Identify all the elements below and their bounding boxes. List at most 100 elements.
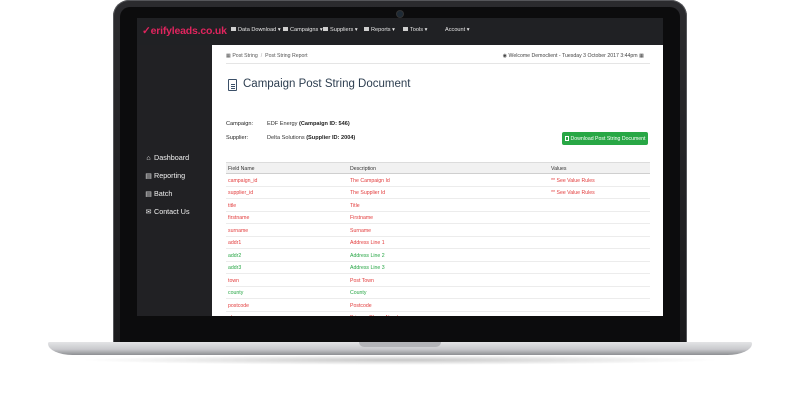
table-row: addr2 Address Line 2 bbox=[226, 249, 650, 262]
table-body: campaign_id The Campaign Id ** See Value R… bbox=[226, 174, 650, 316]
field-name-cell: addr3 bbox=[228, 265, 242, 271]
campaign-name: EDF Energy bbox=[267, 121, 298, 127]
description-cell: The Campaign Id bbox=[350, 177, 390, 184]
description-cell: County bbox=[350, 290, 367, 296]
file-icon: ▤ bbox=[145, 173, 152, 180]
table-row: town Post Town bbox=[226, 274, 650, 287]
caret-down-icon: ▾ bbox=[424, 27, 428, 33]
table-row: postcode Postcode bbox=[226, 299, 650, 312]
description-cell: Primary Phone Number bbox=[350, 315, 404, 316]
field-name-cell: postcode bbox=[228, 302, 250, 309]
calendar-icon: ▦ bbox=[639, 53, 644, 59]
caret-down-icon: ▾ bbox=[466, 27, 470, 33]
download-icon bbox=[564, 136, 569, 141]
sidebar-item-label: Dashboard bbox=[154, 153, 190, 162]
table-row: addr1 Address Line 1 bbox=[226, 237, 650, 249]
field-name-cell: phone bbox=[228, 315, 242, 316]
caret-down-icon: ▾ bbox=[277, 27, 281, 33]
download-document-button[interactable]: Download Post String Document bbox=[562, 132, 648, 145]
breadcrumb-separator: / bbox=[260, 53, 263, 59]
breadcrumb-item: Post String Report bbox=[265, 53, 308, 59]
field-name-cell: campaign_id bbox=[228, 177, 258, 184]
sidebar-item-contact-us[interactable]: ✉ Contact Us bbox=[145, 207, 190, 216]
field-name-cell: county bbox=[228, 290, 244, 296]
table-header: Field Name Description Values bbox=[226, 162, 650, 174]
app-logo[interactable]: ✓erifyleads.co.uk bbox=[142, 25, 227, 37]
description-cell: Address Line 3 bbox=[350, 265, 385, 271]
divider bbox=[226, 63, 650, 64]
nav-data-download[interactable]: Data Download ▾ bbox=[231, 27, 281, 33]
nav-label: Reports bbox=[371, 27, 391, 33]
column-header: Description bbox=[350, 166, 376, 172]
list-icon bbox=[283, 27, 288, 31]
nav-campaigns[interactable]: Campaigns ▾ bbox=[283, 27, 323, 33]
post-string-table: Field Name Description Values campaign_i… bbox=[226, 162, 650, 316]
nav-suppliers[interactable]: Suppliers ▾ bbox=[323, 27, 358, 33]
value-cell: ** See Value Rules bbox=[551, 190, 595, 196]
table-row: title Title bbox=[226, 199, 650, 212]
nav-tools[interactable]: Tools ▾ bbox=[403, 27, 427, 33]
supplier-value: Delta Solutions (Supplier ID: 2004) bbox=[267, 135, 355, 141]
page-title: Campaign Post String Document bbox=[243, 78, 411, 90]
field-name-cell: addr1 bbox=[228, 240, 242, 246]
breadcrumb-item[interactable]: Post String bbox=[232, 53, 257, 59]
table-row: county County bbox=[226, 287, 650, 299]
description-cell: Post Town bbox=[350, 277, 374, 284]
column-header: Values bbox=[551, 166, 567, 172]
table-row: addr3 Address Line 3 bbox=[226, 262, 650, 274]
sidebar-item-reporting[interactable]: ▤ Reporting bbox=[145, 171, 185, 180]
laptop-screen: ✓erifyleads.co.uk Data Download ▾ Campai… bbox=[137, 18, 663, 316]
main-content: ▦ Post String / Post String Report ◉ Welco… bbox=[212, 45, 663, 316]
supplier-name: Delta Solutions bbox=[267, 135, 305, 141]
welcome-message: ◉ Welcome Democlient - Tuesday 3 October… bbox=[503, 53, 644, 59]
file-text-icon: ▤ bbox=[145, 191, 152, 198]
supplier-label: Supplier: bbox=[226, 135, 249, 141]
column-header: Field Name bbox=[228, 166, 255, 172]
nav-account[interactable]: Account ▾ bbox=[445, 27, 470, 33]
table-row: firstname Firstname bbox=[226, 212, 650, 224]
description-cell: The Supplier Id bbox=[350, 190, 386, 196]
grid-icon bbox=[231, 27, 236, 31]
field-name-cell: surname bbox=[228, 227, 249, 234]
field-name-cell: supplier_id bbox=[228, 190, 254, 196]
chat-icon: ✉ bbox=[145, 209, 152, 216]
sidebar-item-batch[interactable]: ▤ Batch bbox=[145, 189, 172, 198]
sidebar-item-dashboard[interactable]: ⌂ Dashboard bbox=[145, 153, 189, 162]
campaign-value: EDF Energy (Campaign ID: 546) bbox=[267, 121, 350, 127]
document-icon bbox=[228, 79, 237, 91]
sidebar-item-label: Batch bbox=[154, 189, 173, 198]
nav-label: Tools bbox=[410, 27, 424, 33]
supplier-id: (Supplier ID: 2004) bbox=[306, 135, 356, 141]
description-cell: Title bbox=[350, 202, 360, 209]
nav-label: Suppliers bbox=[330, 27, 354, 33]
field-name-cell: title bbox=[228, 202, 237, 209]
description-cell: Firstname bbox=[350, 215, 374, 221]
nav-reports[interactable]: Reports ▾ bbox=[364, 27, 395, 33]
table-row: campaign_id The Campaign Id ** See Value R… bbox=[226, 174, 650, 187]
nav-label: Campaigns bbox=[290, 27, 319, 33]
table-row: surname Surname bbox=[226, 224, 650, 237]
description-cell: Surname bbox=[350, 227, 372, 234]
sidebar: ⌂ Dashboard ▤ Reporting ▤ Batch ✉ Contact Us bbox=[137, 45, 212, 316]
breadcrumb: ▦ Post String / Post String Report bbox=[226, 53, 308, 59]
sidebar-item-label: Reporting bbox=[154, 171, 186, 180]
field-name-cell: firstname bbox=[228, 215, 250, 221]
table-row: supplier_id The Supplier Id ** See Value R… bbox=[226, 187, 650, 199]
caret-down-icon: ▾ bbox=[354, 27, 358, 33]
top-navbar: ✓erifyleads.co.uk Data Download ▾ Campai… bbox=[137, 18, 663, 45]
welcome-text: Welcome Democlient - Tuesday 3 October 2… bbox=[508, 53, 638, 59]
home-icon: ⌂ bbox=[146, 155, 151, 162]
table-row: phone Primary Phone Number bbox=[226, 312, 650, 316]
logo-text: erifyleads.co.uk bbox=[150, 25, 227, 37]
nav-label: Data Download bbox=[238, 27, 277, 33]
button-label: Download Post String Document bbox=[570, 135, 646, 142]
description-cell: Address Line 2 bbox=[350, 252, 385, 259]
nav-label: Account bbox=[445, 27, 466, 33]
wrench-icon bbox=[403, 27, 408, 31]
laptop-notch bbox=[359, 342, 441, 347]
field-name-cell: town bbox=[228, 277, 239, 284]
value-cell: ** See Value Rules bbox=[551, 177, 595, 184]
camera-icon bbox=[397, 11, 403, 17]
laptop-shadow bbox=[78, 355, 722, 365]
campaign-id: (Campaign ID: 546) bbox=[299, 121, 350, 127]
